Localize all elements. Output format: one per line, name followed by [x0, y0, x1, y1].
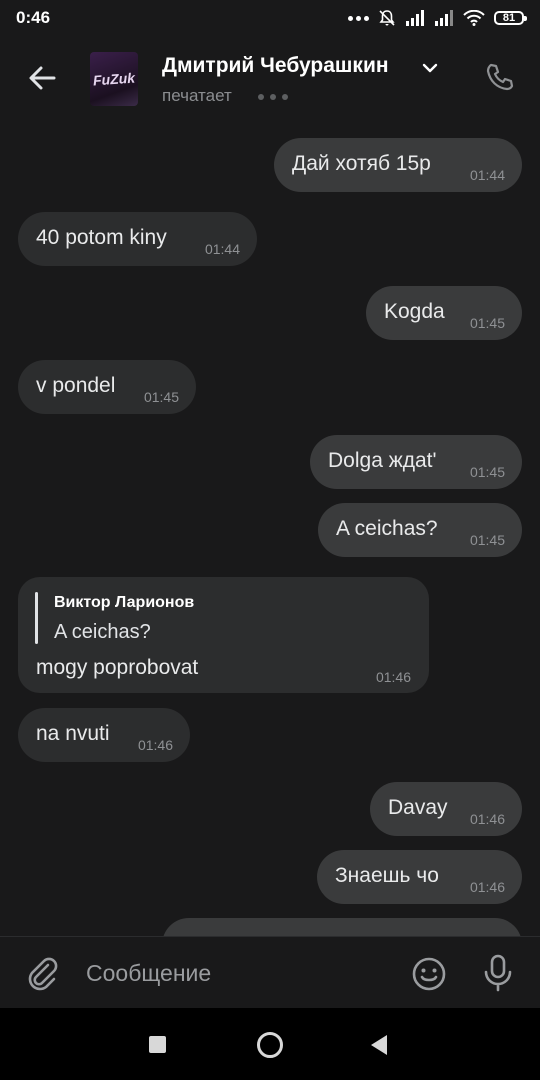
message-time: 01:46: [469, 811, 505, 827]
avatar[interactable]: FuZuk: [90, 52, 138, 106]
message-time: 01:45: [469, 532, 505, 548]
typing-dots-icon: [258, 94, 288, 100]
message-text: A ceichas?: [336, 517, 438, 540]
message-bubble-outgoing[interactable]: Kogda 01:45: [366, 286, 522, 340]
battery-level: 81: [502, 12, 516, 24]
message-text: v pondel: [36, 374, 116, 397]
navigation-bar: [0, 1008, 540, 1080]
reply-quote-bar: [35, 592, 38, 644]
paperclip-icon[interactable]: [24, 955, 60, 993]
nav-back-icon[interactable]: [371, 1035, 387, 1055]
signal-icon-2: [435, 10, 453, 26]
typing-status: печатает: [162, 86, 232, 105]
recent-apps-icon[interactable]: [149, 1036, 166, 1053]
message-time: 01:46: [469, 879, 505, 895]
message-time: 01:44: [204, 241, 240, 257]
message-time: 01:44: [469, 167, 505, 183]
microphone-icon[interactable]: [482, 953, 514, 993]
mute-bell-icon: [379, 10, 395, 26]
message-input[interactable]: [78, 951, 404, 995]
message-bubble-reply[interactable]: Виктор Ларионов A ceichas? mogy poprobov…: [18, 577, 429, 693]
message-text: Kogda: [384, 300, 445, 323]
back-arrow-icon[interactable]: [24, 60, 60, 96]
message-time: 01:45: [469, 315, 505, 331]
status-bar: 0:46 81: [0, 0, 540, 38]
message-bubble-outgoing[interactable]: Dolga ждat' 01:45: [310, 435, 522, 489]
message-bubble-incoming[interactable]: v pondel 01:45: [18, 360, 196, 414]
avatar-label: FuZuk: [92, 69, 136, 89]
message-time: 01:45: [143, 389, 179, 405]
message-text: Знаешь чо: [335, 864, 439, 887]
message-time: 01:46: [375, 669, 411, 685]
message-bubble-outgoing[interactable]: Davay 01:46: [370, 782, 522, 836]
signal-icon: [406, 10, 424, 26]
reply-quoted-author: Виктор Ларионов: [54, 594, 195, 611]
wifi-icon: [463, 10, 485, 26]
message-time: 01:46: [137, 737, 173, 753]
message-composer: [0, 936, 540, 1009]
status-icons: 81: [348, 9, 527, 27]
message-text: Davay: [388, 796, 448, 819]
status-time: 0:46: [16, 8, 51, 27]
message-text: Dolga ждat': [328, 449, 437, 472]
contact-name[interactable]: Дмитрий Чебурашкин: [162, 54, 389, 78]
battery-icon: 81: [494, 11, 527, 25]
message-bubble-incoming[interactable]: 40 potom kiny 01:44: [18, 212, 257, 266]
message-bubble-outgoing[interactable]: Знаешь чо 01:46: [317, 850, 522, 904]
emoji-icon[interactable]: [410, 955, 448, 993]
chevron-down-icon[interactable]: [421, 62, 439, 74]
notification-dots-icon: [348, 15, 369, 21]
reply-quoted-text: A ceichas?: [54, 621, 151, 643]
message-text: mogy poprobovat: [36, 656, 199, 679]
message-text: 40 potom kiny: [36, 226, 167, 249]
message-time: 01:45: [469, 464, 505, 480]
chat-header: FuZuk Дмитрий Чебурашкин печатает: [0, 38, 540, 124]
phone-icon[interactable]: [482, 60, 518, 96]
message-text: Дай хотяб 15р: [292, 152, 431, 175]
message-text: na nvuti: [36, 722, 110, 745]
message-bubble-outgoing[interactable]: A ceichas? 01:45: [318, 503, 522, 557]
message-bubble-incoming[interactable]: na nvuti 01:46: [18, 708, 190, 762]
message-bubble-outgoing[interactable]: Дай хотяб 15р 01:44: [274, 138, 522, 192]
home-icon[interactable]: [257, 1032, 283, 1058]
